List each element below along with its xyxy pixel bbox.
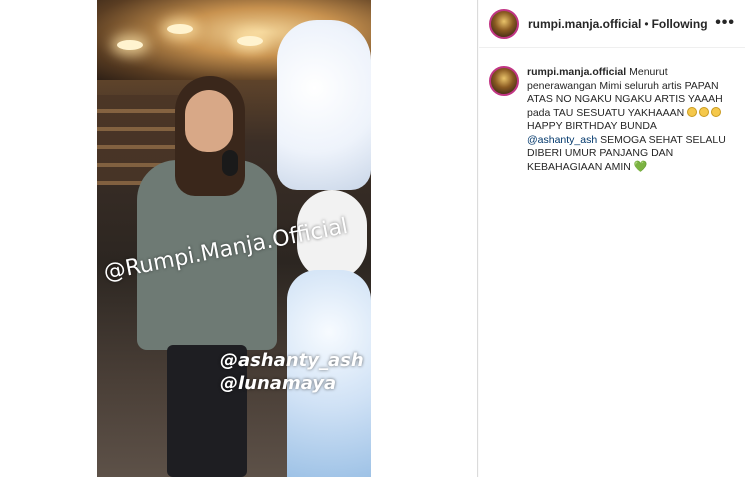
post-sidebar: rumpi.manja.official • Following ••• rum…: [479, 0, 745, 477]
separator-dot: •: [644, 16, 649, 31]
mention-tag: @ashanty_ash: [220, 350, 364, 371]
caption-body: rumpi.manja.official Menurut penerawanga…: [527, 66, 737, 174]
green-heart-icon: 💚: [633, 160, 648, 173]
username-link[interactable]: rumpi.manja.official: [528, 17, 641, 31]
avatar[interactable]: [489, 8, 519, 39]
caption-avatar[interactable]: [489, 66, 519, 96]
laughing-face-icon: [711, 106, 722, 117]
media-pane: @Rumpi.Manja.Official @ashanty_ash @luna…: [0, 0, 478, 477]
more-options-icon[interactable]: •••: [715, 14, 735, 32]
ceiling-light: [237, 36, 263, 46]
caption-mention-link[interactable]: @ashanty_ash: [527, 134, 597, 146]
caption-username[interactable]: rumpi.manja.official: [527, 66, 626, 78]
post-header: rumpi.manja.official • Following •••: [479, 0, 745, 48]
laughing-face-icon: [699, 106, 710, 117]
following-button[interactable]: Following: [652, 17, 708, 31]
ceiling-light: [167, 24, 193, 34]
mention-tag: @lunamaya: [220, 373, 337, 394]
caption-line: HAPPY BIRTHDAY BUNDA: [527, 120, 657, 132]
microphone-icon: [222, 150, 238, 176]
ceiling-light: [117, 40, 143, 50]
caption: rumpi.manja.official Menurut penerawanga…: [489, 66, 739, 174]
laughing-face-icon: [687, 106, 698, 117]
